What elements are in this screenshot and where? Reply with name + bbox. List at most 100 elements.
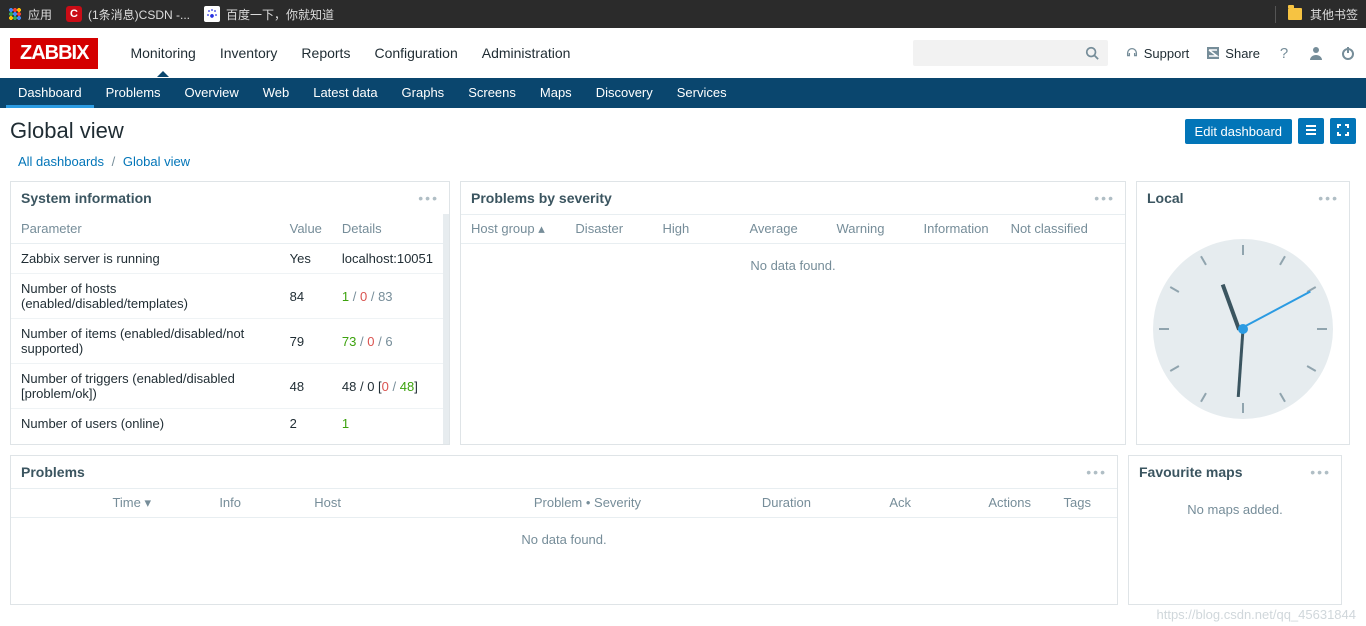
col-problem-severity[interactable]: Problem • Severity	[341, 495, 641, 511]
widget-menu-icon[interactable]: •••	[1086, 464, 1107, 480]
subnav-web[interactable]: Web	[251, 78, 302, 108]
col-average: Average	[749, 221, 836, 237]
col-hostgroup[interactable]: Host group ▴	[471, 221, 575, 237]
share-link[interactable]: Share	[1205, 45, 1260, 61]
cell-param: Number of hosts (enabled/disabled/templa…	[11, 274, 280, 319]
subnav-discovery[interactable]: Discovery	[584, 78, 665, 108]
fullscreen-icon	[1336, 123, 1350, 140]
cell-value: Yes	[280, 244, 332, 274]
subnav-graphs[interactable]: Graphs	[390, 78, 457, 108]
col-tags[interactable]: Tags	[1031, 495, 1091, 511]
apps-icon	[8, 7, 22, 21]
cell-param: Zabbix server is running	[11, 244, 280, 274]
widget-title: System information	[21, 190, 152, 206]
subnav-latest-data[interactable]: Latest data	[301, 78, 389, 108]
hour-hand	[1221, 284, 1241, 330]
breadcrumb-current[interactable]: Global view	[123, 154, 190, 169]
headset-icon	[1124, 45, 1140, 61]
user-icon[interactable]	[1308, 45, 1324, 61]
cell-value: 48	[280, 364, 332, 409]
top-nav: Monitoring Inventory Reports Configurati…	[118, 31, 582, 75]
support-link[interactable]: Support	[1124, 45, 1190, 61]
cell-value: 2	[280, 409, 332, 439]
col-warning[interactable]: Warning	[837, 221, 924, 237]
breadcrumb-all-dashboards[interactable]: All dashboards	[18, 154, 104, 169]
empty-text: No data found.	[11, 518, 1117, 561]
col-ack[interactable]: Ack	[811, 495, 911, 511]
widget-title: Local	[1147, 190, 1184, 206]
menu-icon	[1304, 123, 1318, 140]
cell-value: 84	[280, 274, 332, 319]
table-row: Number of items (enabled/disabled/not su…	[11, 319, 443, 364]
csdn-icon: C	[66, 6, 82, 22]
minute-hand	[1237, 329, 1245, 397]
menu-button[interactable]	[1298, 118, 1324, 144]
baidu-icon	[204, 6, 220, 22]
subnav-dashboard[interactable]: Dashboard	[6, 78, 94, 108]
col-details[interactable]: Details	[332, 214, 443, 244]
widget-title: Problems	[21, 464, 85, 480]
col-info[interactable]: Info	[151, 495, 241, 511]
widget-problems-by-severity: Problems by severity ••• Host group ▴ Dis…	[460, 181, 1126, 445]
search-input[interactable]	[913, 40, 1108, 66]
second-hand	[1241, 291, 1311, 329]
apps-bookmark[interactable]: 应用	[8, 6, 52, 23]
other-bookmarks[interactable]: 其他书签	[1275, 6, 1358, 23]
col-information[interactable]: Information	[924, 221, 1011, 237]
col-notclassified[interactable]: Not classified	[1011, 221, 1115, 237]
power-icon[interactable]	[1340, 45, 1356, 61]
table-row: Number of triggers (enabled/disabled [pr…	[11, 364, 443, 409]
subnav-screens[interactable]: Screens	[456, 78, 528, 108]
breadcrumb: All dashboards / Global view	[0, 154, 1366, 181]
subnav-overview[interactable]: Overview	[173, 78, 251, 108]
nav-monitoring[interactable]: Monitoring	[118, 31, 207, 75]
widget-menu-icon[interactable]: •••	[418, 190, 439, 206]
widget-system-information: System information ••• Parameter Value De…	[10, 181, 450, 445]
browser-bookmark-bar: 应用 C(1条消息)CSDN -... 百度一下，你就知道 其他书签	[0, 0, 1366, 28]
col-disaster[interactable]: Disaster	[575, 221, 662, 237]
folder-icon	[1288, 8, 1302, 20]
widget-menu-icon[interactable]: •••	[1310, 464, 1331, 480]
baidu-bookmark[interactable]: 百度一下，你就知道	[204, 6, 334, 23]
col-time[interactable]: Time ▾	[21, 495, 151, 511]
cell-details: 73 / 0 / 6	[332, 319, 443, 364]
col-host[interactable]: Host	[241, 495, 341, 511]
cell-param: Number of users (online)	[11, 409, 280, 439]
empty-text: No data found.	[461, 244, 1125, 287]
csdn-bookmark[interactable]: C(1条消息)CSDN -...	[66, 6, 190, 23]
zabbix-share-icon	[1205, 45, 1221, 61]
cell-value: 79	[280, 319, 332, 364]
app-header: ZABBIX Monitoring Inventory Reports Conf…	[0, 28, 1366, 78]
search-icon	[1084, 45, 1100, 61]
col-parameter[interactable]: Parameter	[11, 214, 280, 244]
widget-title: Problems by severity	[471, 190, 612, 206]
fullscreen-button[interactable]	[1330, 118, 1356, 144]
col-duration[interactable]: Duration	[641, 495, 811, 511]
edit-dashboard-button[interactable]: Edit dashboard	[1185, 119, 1292, 144]
table-row: Zabbix server is running Yes localhost:1…	[11, 244, 443, 274]
widget-problems: Problems ••• Time ▾ Info Host Problem • S…	[10, 455, 1118, 605]
col-actions[interactable]: Actions	[911, 495, 1031, 511]
widget-menu-icon[interactable]: •••	[1318, 190, 1339, 206]
nav-inventory[interactable]: Inventory	[208, 31, 290, 75]
nav-configuration[interactable]: Configuration	[362, 31, 469, 75]
col-high[interactable]: High	[662, 221, 749, 237]
subnav-maps[interactable]: Maps	[528, 78, 584, 108]
cell-param: Number of items (enabled/disabled/not su…	[11, 319, 280, 364]
sub-nav: Dashboard Problems Overview Web Latest d…	[0, 78, 1366, 108]
widget-favourite-maps: Favourite maps••• No maps added.	[1128, 455, 1342, 605]
subnav-services[interactable]: Services	[665, 78, 739, 108]
nav-reports[interactable]: Reports	[289, 31, 362, 75]
page-title: Global view	[10, 118, 124, 144]
clock-face	[1153, 239, 1333, 419]
widget-title: Favourite maps	[1139, 464, 1242, 480]
subnav-problems[interactable]: Problems	[94, 78, 173, 108]
nav-administration[interactable]: Administration	[470, 31, 583, 75]
logo[interactable]: ZABBIX	[10, 38, 98, 69]
widget-local-clock: Local •••	[1136, 181, 1350, 445]
table-row: Number of hosts (enabled/disabled/templa…	[11, 274, 443, 319]
col-value[interactable]: Value	[280, 214, 332, 244]
widget-menu-icon[interactable]: •••	[1094, 190, 1115, 206]
cell-details: 48 / 0 [0 / 48]	[332, 364, 443, 409]
help-link[interactable]: ?	[1276, 45, 1292, 61]
